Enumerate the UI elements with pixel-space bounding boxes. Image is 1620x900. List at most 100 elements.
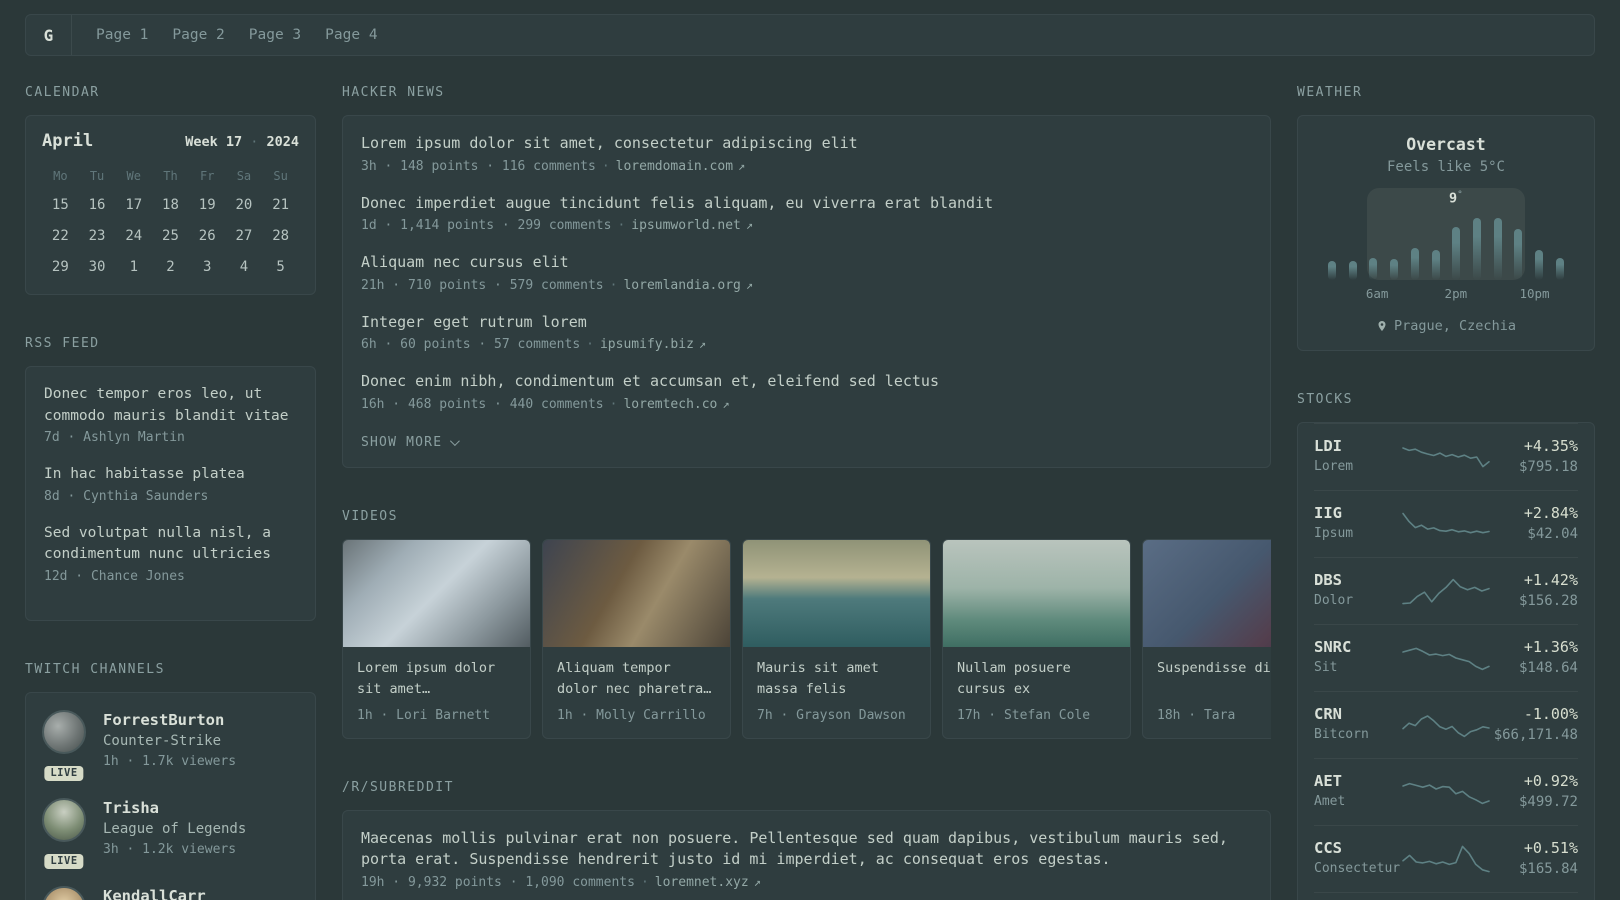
stocks-widget: STOCKS LDI Lorem +4.35% $795.18 IIG Ipsu… <box>1297 391 1595 900</box>
stock-change: +1.36% <box>1523 638 1578 656</box>
hackernews-item-source[interactable]: ipsumify.biz <box>600 337 694 352</box>
hackernews-item-title[interactable]: Integer eget rutrum lorem <box>361 312 1252 334</box>
hackernews-item-title[interactable]: Lorem ipsum dolor sit amet, consectetur … <box>361 133 1252 155</box>
page-tab[interactable]: Page 2 <box>172 15 224 55</box>
twitch-header: TWITCH CHANNELS <box>25 661 165 677</box>
external-link-icon <box>694 337 706 352</box>
hackernews-item-source[interactable]: loremtech.co <box>623 397 717 412</box>
calendar-header: CALENDAR <box>25 85 100 100</box>
hackernews-item: Aliquam nec cursus elit 21h · 710 points… <box>361 252 1252 297</box>
rss-item-title[interactable]: In hac habitasse platea <box>44 464 297 486</box>
stock-price: $148.64 <box>1518 660 1578 676</box>
stock-row[interactable]: SNRC Sit +1.36% $148.64 <box>1314 624 1578 691</box>
rss-item: In hac habitasse platea 8d · Cynthia Sau… <box>44 464 297 508</box>
stock-sparkline <box>1402 714 1490 737</box>
subreddit-post-meta: 19h · 9,932 points · 1,090 commentslorem… <box>361 871 1252 894</box>
video-thumbnail[interactable] <box>543 539 730 647</box>
right-column: WEATHER Overcast Feels like 5°C 9° 6am 2… <box>1297 84 1595 900</box>
stock-row[interactable]: DBS Dolor +1.42% $156.28 <box>1314 557 1578 624</box>
calendar-day: 21 <box>272 196 290 213</box>
twitch-channel-row: KendallCarr <box>42 885 299 900</box>
page-tab[interactable]: Page 4 <box>325 15 377 55</box>
calendar-day: 2 <box>166 258 175 275</box>
calendar-day: 1 <box>129 258 138 275</box>
stock-row[interactable]: CCS Consectetur +0.51% $165.84 <box>1314 825 1578 892</box>
video-title[interactable]: Mauris sit amet massa felis <box>757 658 916 700</box>
weather-bar <box>1535 218 1544 280</box>
hackernews-item: Integer eget rutrum lorem 6h · 60 points… <box>361 312 1252 357</box>
hackernews-item-title[interactable]: Donec imperdiet augue tincidunt felis al… <box>361 193 1252 215</box>
app-logo: G <box>26 15 72 55</box>
hackernews-item-source[interactable]: loremlandia.org <box>623 278 740 293</box>
hackernews-item: Donec imperdiet augue tincidunt felis al… <box>361 193 1252 238</box>
stock-symbol: AET <box>1314 772 1342 790</box>
hackernews-item-title[interactable]: Donec enim nibh, condimentum et accumsan… <box>361 371 1252 393</box>
video-thumbnail[interactable] <box>343 539 530 647</box>
hackernews-item-meta: 3h · 148 points · 116 commentsloremdomai… <box>361 155 1252 178</box>
channel-category[interactable]: League of Legends <box>103 819 246 840</box>
stock-sparkline <box>1402 512 1490 534</box>
hackernews-item-source[interactable]: loremdomain.com <box>616 159 733 174</box>
rss-item-meta: 8d · Cynthia Saunders <box>44 488 209 504</box>
stock-sparkline <box>1402 647 1490 670</box>
calendar-month: April <box>42 131 94 151</box>
video-thumbnail[interactable] <box>1143 539 1271 647</box>
external-link-icon <box>717 397 729 412</box>
channel-name[interactable]: ForrestBurton <box>103 710 236 731</box>
page-tab[interactable]: Page 1 <box>96 15 148 55</box>
calendar-day: 15 <box>51 196 69 213</box>
stock-row[interactable]: CRN Bitcorn -1.00% $66,171.48 <box>1314 691 1578 758</box>
video-thumbnail[interactable] <box>943 539 1130 647</box>
external-link-icon <box>741 218 753 233</box>
twitch-channel-row: LIVE ForrestBurton Counter-Strike 1h · 1… <box>42 709 299 781</box>
hackernews-item: Donec enim nibh, condimentum et accumsan… <box>361 371 1252 416</box>
channel-avatar[interactable] <box>42 885 86 900</box>
video-thumbnail[interactable] <box>743 539 930 647</box>
channel-category[interactable]: Counter-Strike <box>103 731 236 752</box>
channel-viewers: 3h · 1.2k viewers <box>103 841 237 857</box>
stock-name: Dolor <box>1314 593 1354 608</box>
stock-change: +4.35% <box>1523 437 1578 455</box>
stock-change: +0.92% <box>1523 772 1578 790</box>
videos-widget: VIDEOS Lorem ipsum dolor sit amet consec… <box>342 508 1271 739</box>
hackernews-item-source[interactable]: ipsumworld.net <box>631 218 741 233</box>
hackernews-show-more-button[interactable]: SHOW MORE <box>361 435 461 450</box>
external-link-icon <box>749 875 761 890</box>
weekday-label: Su <box>273 169 288 183</box>
channel-avatar[interactable] <box>42 709 86 754</box>
calendar-day: 20 <box>235 196 253 213</box>
weather-bar <box>1431 218 1440 280</box>
rss-widget: RSS FEED Donec tempor eros leo, ut commo… <box>25 335 316 621</box>
current-temp-label: 9° <box>1449 190 1463 207</box>
rss-item-title[interactable]: Sed volutpat nulla nisl, a condimentum n… <box>44 523 297 566</box>
video-title[interactable]: Suspendisse diam <box>1157 658 1271 700</box>
video-title[interactable]: Aliquam tempor dolor nec pharetra… <box>557 658 716 700</box>
calendar-day: 30 <box>88 258 106 275</box>
weekday-label: Sa <box>236 169 252 183</box>
rss-item-title[interactable]: Donec tempor eros leo, ut commodo mauris… <box>44 384 297 427</box>
stock-change: +1.42% <box>1523 571 1578 589</box>
stock-row[interactable]: LDI Lorem +4.35% $795.18 <box>1314 423 1578 490</box>
stock-row[interactable]: AHS +0.46% <box>1314 892 1578 900</box>
calendar-day: 27 <box>235 227 253 244</box>
video-title[interactable]: Lorem ipsum dolor sit amet consectetu… <box>357 658 516 700</box>
video-meta: 7h · Grayson Dawson <box>757 707 906 723</box>
hackernews-item-title[interactable]: Aliquam nec cursus elit <box>361 252 1252 274</box>
stock-symbol: LDI <box>1314 437 1342 455</box>
channel-viewers: 1h · 1.7k viewers <box>103 753 237 769</box>
page-tab[interactable]: Page 3 <box>249 15 301 55</box>
subreddit-post-title[interactable]: Maecenas mollis pulvinar erat non posuer… <box>361 828 1252 871</box>
channel-avatar[interactable] <box>42 797 86 842</box>
calendar-day: 3 <box>202 258 212 275</box>
channel-name[interactable]: Trisha <box>103 798 246 819</box>
calendar-day: 25 <box>162 227 179 244</box>
stock-row[interactable]: AET Amet +0.92% $499.72 <box>1314 758 1578 825</box>
page-tabs: Page 1 Page 2 Page 3 Page 4 <box>96 15 378 55</box>
calendar-day: 22 <box>51 227 69 244</box>
stock-price: $42.04 <box>1527 526 1578 542</box>
weather-bar <box>1348 218 1357 280</box>
channel-name[interactable]: KendallCarr <box>103 886 206 900</box>
subreddit-post-source[interactable]: loremnet.xyz <box>655 875 749 890</box>
video-title[interactable]: Nullam posuere cursus ex <box>957 658 1116 700</box>
stock-row[interactable]: IIG Ipsum +2.84% $42.04 <box>1314 490 1578 557</box>
